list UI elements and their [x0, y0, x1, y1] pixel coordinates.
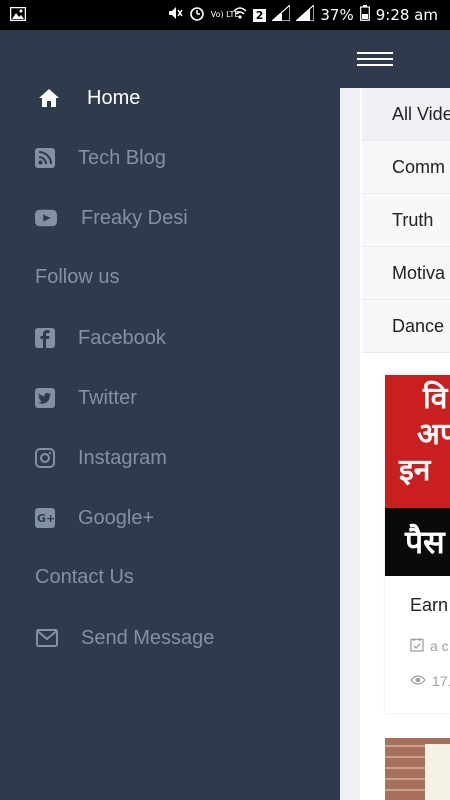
nav-item-label: Freaky Desi: [81, 206, 188, 229]
nav-item-twitter[interactable]: Twitter: [0, 378, 340, 418]
menu-icon[interactable]: [357, 52, 393, 68]
date-text: a c: [430, 638, 449, 654]
instagram-icon: [34, 447, 56, 469]
thumb-text-line: वि: [423, 381, 448, 416]
nav-item-label: Tech Blog: [78, 146, 166, 169]
category-list: All Vide Comm Truth Motiva Dance: [362, 88, 450, 353]
wifi-icon: [233, 5, 247, 25]
thumb-text-line: अप: [417, 417, 450, 452]
category-item[interactable]: All Vide: [362, 88, 450, 141]
signal-icon: [270, 3, 291, 25]
signal-icon-2: [294, 3, 315, 25]
eye-icon: [410, 673, 426, 689]
category-item[interactable]: Comm: [362, 141, 450, 194]
battery-percent: 37%: [320, 6, 354, 24]
svg-text:G+: G+: [37, 512, 55, 525]
thumb-text-banner: पैस: [385, 508, 450, 576]
follow-us-heading: Follow us: [35, 266, 120, 288]
battery-icon: [359, 5, 370, 25]
video-card[interactable]: वि अप इन पैस Earn a c 17.: [385, 375, 450, 713]
video-views: 17.: [410, 673, 450, 689]
rss-icon: [34, 147, 56, 169]
category-item[interactable]: Truth: [362, 194, 450, 247]
nav-item-send-message[interactable]: Send Message: [0, 618, 340, 658]
home-icon: [38, 87, 60, 109]
sim-badge: 2: [252, 8, 267, 22]
status-bar: Vo) LTE 2 37% 9:28 am: [0, 0, 450, 30]
nav-item-label: Facebook: [78, 326, 166, 349]
contact-us-heading: Contact Us: [35, 566, 134, 588]
nav-item-label: Google+: [78, 506, 155, 529]
nav-item-label: Twitter: [78, 386, 137, 409]
volte-badge: Vo) LTE: [210, 10, 240, 19]
thumbnail-detail: [425, 744, 450, 800]
google-plus-icon: G+: [34, 507, 56, 529]
category-item[interactable]: Motiva: [362, 247, 450, 300]
video-thumbnail: वि अप इन: [385, 375, 450, 508]
envelope-icon: [35, 627, 59, 649]
content-edge: [340, 88, 360, 800]
twitter-icon: [34, 387, 56, 409]
nav-item-facebook[interactable]: Facebook: [0, 318, 340, 358]
nav-item-google-plus[interactable]: G+ Google+: [0, 498, 340, 538]
nav-item-instagram[interactable]: Instagram: [0, 438, 340, 478]
nav-item-home[interactable]: Home: [0, 78, 340, 118]
alarm-icon: [189, 5, 205, 25]
image-notification-icon: [9, 6, 27, 25]
category-item[interactable]: Dance: [362, 300, 450, 353]
nav-item-label: Send Message: [81, 626, 215, 649]
nav-item-freaky-desi[interactable]: Freaky Desi: [0, 198, 340, 238]
clock: 9:28 am: [375, 6, 438, 24]
video-title[interactable]: Earn: [410, 595, 448, 616]
calendar-check-icon: [410, 637, 424, 655]
video-date: a c: [410, 637, 449, 655]
nav-item-label: Instagram: [78, 446, 167, 469]
views-text: 17.: [432, 673, 450, 689]
thumb-text-line: इन: [399, 453, 431, 488]
youtube-icon: [35, 207, 57, 229]
video-card[interactable]: [385, 738, 450, 800]
mute-icon: [167, 5, 183, 25]
nav-item-label: Home: [87, 86, 141, 109]
facebook-icon: [34, 327, 56, 349]
nav-item-tech-blog[interactable]: Tech Blog: [0, 138, 340, 178]
